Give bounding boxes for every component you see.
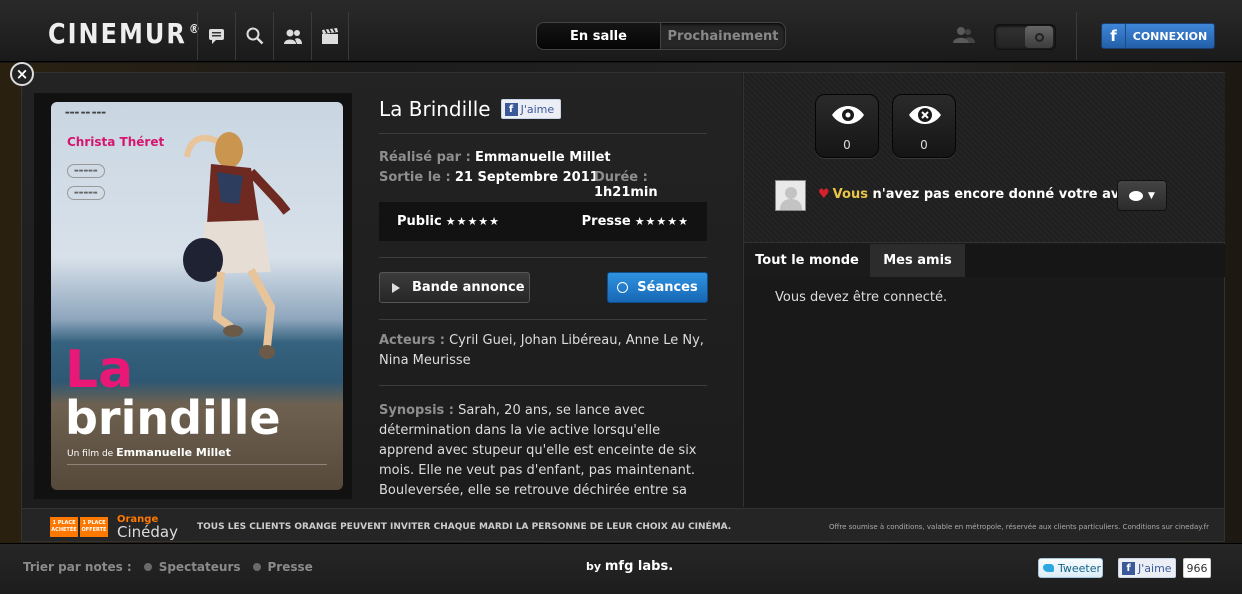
eye-cross-icon [909,106,941,124]
film-detail-modal: ▬▬▬ ▬▬ ▬▬▬ Christa Théret ▬▬▬▬▬ ▬▬▬▬▬ La… [21,72,1225,542]
review-tabs: Tout le monde Mes amis [744,244,1225,277]
trailer-button[interactable]: Bande annonce [379,272,530,303]
poster-figure [183,132,291,359]
not-interested-count: 0 [920,138,928,152]
promo-message: TOUS LES CLIENTS ORANGE PEUVENT INVITER … [197,522,732,532]
facebook-icon: f [504,102,518,116]
promo-legal: Offre soumise à conditions, valable en m… [829,523,1209,531]
twitter-bird-icon [1043,564,1054,572]
press-rating[interactable]: Presse ★★★★★ [582,214,689,229]
friends-toggle[interactable] [994,24,1056,50]
festival-laurel: ▬▬▬▬▬ [67,186,105,200]
sort-controls: Trier par notes : Spectateurs Presse [23,560,313,574]
film-info-panel: ▬▬▬ ▬▬ ▬▬▬ Christa Théret ▬▬▬▬▬ ▬▬▬▬▬ La… [22,73,742,507]
facebook-connect-button[interactable]: f CONNEXION [1101,23,1215,49]
cinemur-logo[interactable]: CINEMUR ® [48,18,202,50]
heart-icon: ♥ [818,187,830,202]
social-panel: 0 0 ♥ Vous n'avez pas encore donné votre … [743,73,1225,507]
close-icon[interactable]: × [10,62,34,86]
not-interested-button[interactable]: 0 [892,94,956,158]
poster-title-line2: brindille [65,391,281,445]
radio-icon [143,563,152,571]
top-bar: CINEMUR ® En salle Prochainement f CONNEX… [0,0,1242,62]
facebook-connect-label: CONNEXION [1132,29,1208,43]
star-rating-icon: ★★★★★ [634,215,689,228]
chat-icon[interactable] [197,12,235,60]
tweet-button[interactable]: Tweeter [1038,558,1103,578]
review-prompt[interactable]: ♥ Vous n'avez pas encore donné votre avi.… [818,187,1139,202]
release-row: Sortie le : 21 Septembre 2011 [379,170,599,185]
poster-credits [67,464,327,478]
star-rating-icon: ★★★★★ [445,215,501,228]
release-segmented-control: En salle Prochainement [536,22,786,50]
tab-prochainement[interactable]: Prochainement [661,23,785,49]
cineday-logo: Orange Cinéday [117,514,178,541]
seen-count: 0 [843,138,851,152]
synopsis-text: Synopsis : Sarah, 20 ans, se lance avec … [379,403,697,498]
film-poster[interactable]: ▬▬▬ ▬▬ ▬▬▬ Christa Théret ▬▬▬▬▬ ▬▬▬▬▬ La… [51,102,343,490]
eye-icon [832,106,864,124]
ratings-bar: Public ★★★★★ Presse ★★★★★ [379,202,707,241]
director-row: Réalisé par : Emmanuelle Millet [379,150,611,165]
search-icon[interactable] [235,12,273,60]
tab-mes-amis[interactable]: Mes amis [870,244,965,277]
festival-laurel: ▬▬▬▬▬ [67,164,105,178]
friends-icon [952,26,976,48]
comment-dropdown-button[interactable]: ▼ [1117,180,1167,211]
public-rating[interactable]: Public ★★★★★ [397,214,500,229]
tab-tout-le-monde[interactable]: Tout le monde [744,244,870,277]
film-title: La Brindille [379,97,491,121]
main-nav [197,12,349,60]
bottom-bar: Trier par notes : Spectateurs Presse by … [0,543,1242,594]
poster-actress: Christa Théret [67,135,165,149]
sort-option-presse[interactable]: Presse [252,560,313,574]
mfglabs-credit[interactable]: by mfg labs. [586,559,673,574]
cineday-badge: 1 PLACE ACHETÉE 1 PLACE OFFERTE [50,517,110,537]
poster-byline: Un film de Emmanuelle Millet [67,446,231,459]
duration-row: Durée : 1h21min [594,170,658,200]
actors-text: Acteurs : Cyril Guei, Johan Libéreau, An… [379,333,704,368]
speech-bubble-icon [1129,190,1144,201]
sort-label: Trier par notes : [23,560,132,574]
seen-button[interactable]: 0 [815,94,879,158]
login-required-message: Vous devez être connecté. [775,290,948,305]
facebook-like-button[interactable]: f J'aime [500,99,562,119]
clapperboard-icon[interactable] [311,12,349,60]
radio-icon [252,563,261,571]
sort-option-spectateurs[interactable]: Spectateurs [143,560,241,574]
facebook-icon: f [1122,561,1135,575]
users-icon[interactable] [273,12,311,60]
avatar [775,180,806,211]
poster-title-line1: La [65,340,134,400]
chevron-down-icon: ▼ [1148,190,1155,201]
orange-cineday-banner[interactable]: 1 PLACE ACHETÉE 1 PLACE OFFERTE Orange C… [22,508,1224,541]
facebook-icon: f [1102,24,1126,48]
tab-en-salle[interactable]: En salle [537,23,661,49]
toggle-knob [1025,26,1053,48]
facebook-like-button-footer[interactable]: f J'aime [1118,558,1176,578]
like-count: 966 [1183,558,1211,578]
clock-icon [617,282,629,293]
showtimes-button[interactable]: Séances [607,272,708,303]
play-icon [392,282,400,293]
